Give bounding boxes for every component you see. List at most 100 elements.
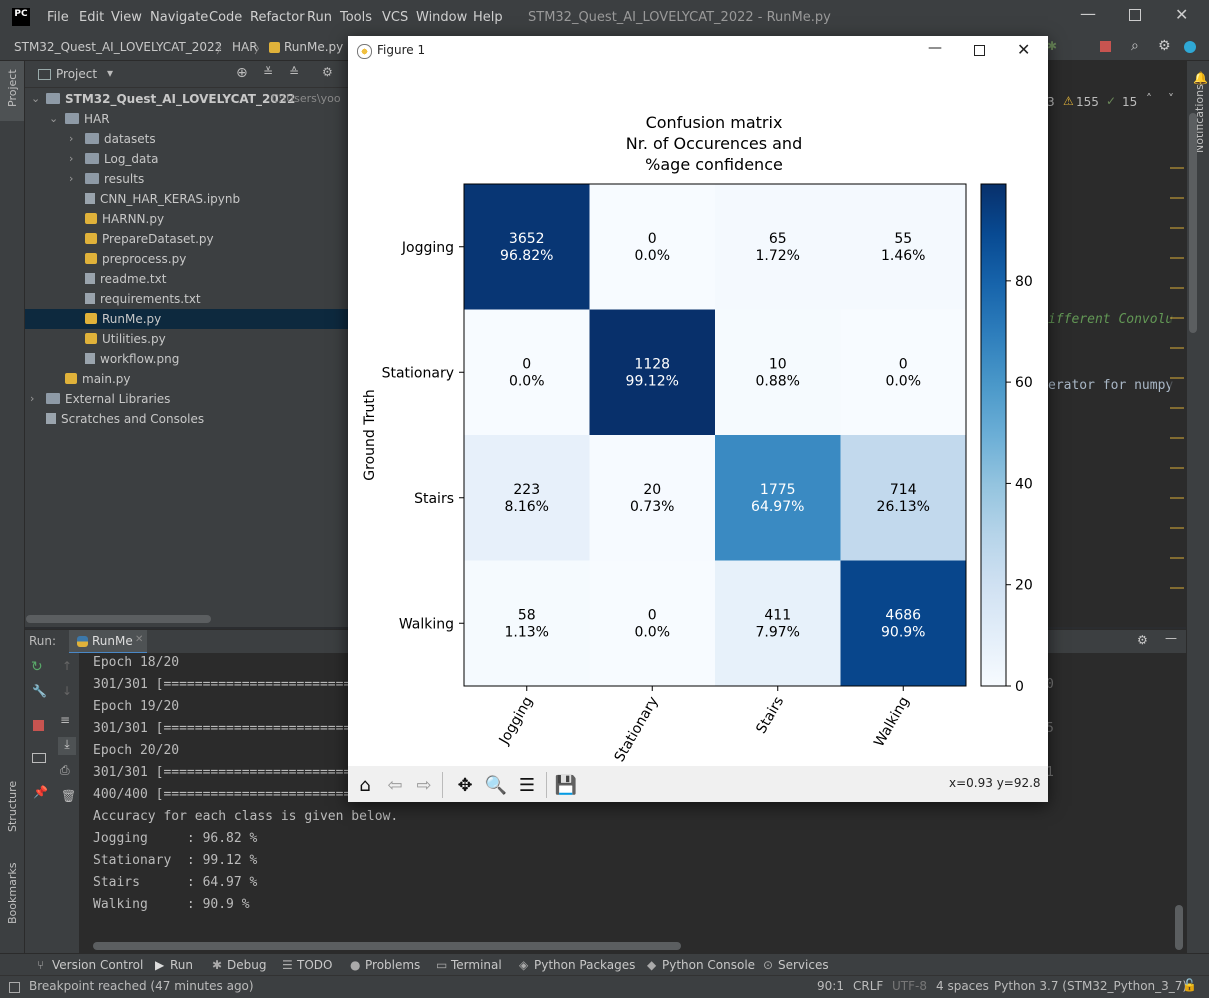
figure-maximize-icon[interactable] [974,45,985,56]
tool-window-python-packages[interactable]: Python Packages [534,958,635,972]
lock-icon[interactable]: 🔓 [1182,978,1197,992]
chevron-right-icon[interactable]: › [69,149,73,169]
menu-tools[interactable]: Tools [340,10,372,25]
status-message[interactable]: Breakpoint reached (47 minutes ago) [29,979,254,993]
tree-item[interactable]: readme.txt [25,269,350,289]
tool-window-run[interactable]: Run [170,958,193,972]
save-figure-icon[interactable]: 💾 [552,772,580,798]
tool-window-version-control[interactable]: Version Control [52,958,143,972]
breadcrumb-project[interactable]: STM32_Quest_AI_LOVELYCAT_2022 [14,40,222,54]
pin-icon[interactable]: 📌 [33,785,48,799]
maximize-icon[interactable] [1129,9,1141,21]
caret-position[interactable]: 90:1 [817,979,844,993]
menu-navigate[interactable]: Navigate [150,10,208,25]
search-icon[interactable]: ⌕ [1131,38,1139,54]
chevron-right-icon[interactable]: › [30,389,34,409]
bookmarks-side-label[interactable]: Bookmarks [6,863,19,924]
notifications-bell-icon[interactable]: 🔔 [1193,71,1208,85]
tool-window-terminal[interactable]: Terminal [451,958,502,972]
console-vertical-scrollbar[interactable] [1175,905,1183,950]
home-icon[interactable]: ⌂ [351,772,379,798]
tree-item[interactable]: Scratches and Consoles [25,409,350,429]
run-tab[interactable]: RunMe ✕ [69,630,147,654]
menu-file[interactable]: File [47,10,69,25]
editor-scrollbar[interactable] [1189,113,1197,333]
soft-wrap-icon[interactable]: ≡ [60,713,70,727]
menu-refactor[interactable]: Refactor [250,10,305,25]
chevron-right-icon[interactable]: › [69,129,73,149]
tree-item[interactable]: › External Libraries [25,389,350,409]
zoom-magnifier-icon[interactable]: 🔍 [482,772,510,798]
locate-icon[interactable]: ⊕ [236,65,248,81]
tool-window-todo[interactable]: TODO [297,958,332,972]
chevron-down-icon[interactable]: ▾ [107,66,113,80]
tree-item[interactable]: › Log_data [25,149,350,169]
minimize-icon[interactable]: — [1080,4,1096,23]
pan-move-icon[interactable]: ✥ [451,772,479,798]
stop-run-icon[interactable] [33,720,44,731]
project-panel-title[interactable]: Project [56,67,97,81]
tree-root[interactable]: ⌄ STM32_Quest_AI_LOVELYCAT_2022 C:\Users… [25,89,350,109]
file-encoding[interactable]: UTF-8 [892,979,927,993]
chevron-up-icon[interactable]: ˄ [1146,92,1152,106]
structure-side-label[interactable]: Structure [6,781,19,832]
tree-item[interactable]: CNN_HAR_KERAS.ipynb [25,189,350,209]
back-arrow-icon[interactable]: ⇦ [381,772,409,798]
layout-icon[interactable] [32,753,46,763]
tool-window-problems[interactable]: Problems [365,958,420,972]
rerun-icon[interactable]: ↻ [31,659,43,675]
close-icon[interactable]: ✕ [1175,5,1188,24]
figure-canvas[interactable]: Confusion matrix Nr. of Occurences and %ag… [348,66,1048,802]
menu-vcs[interactable]: VCS [382,10,408,25]
typo-count[interactable]: 15 [1122,95,1137,109]
warning-count[interactable]: 155 [1076,95,1099,109]
collapse-all-icon[interactable]: ≙ [289,65,299,79]
project-side-label[interactable]: Project [6,69,19,107]
breadcrumb-file[interactable]: RunMe.py [284,40,343,54]
chevron-down-icon[interactable]: ˅ [1168,92,1174,106]
settings-gear-icon[interactable]: ⚙ [1158,38,1171,54]
expand-all-icon[interactable]: ≚ [263,65,273,79]
tree-item[interactable]: main.py [25,369,350,389]
tool-window-python-console[interactable]: Python Console [662,958,755,972]
chevron-right-icon[interactable]: › [69,169,73,189]
options-gear-icon[interactable]: ⚙ [322,65,333,79]
menu-window[interactable]: Window [416,10,467,25]
line-ending[interactable]: CRLF [853,979,883,993]
editor-area[interactable]: 3 ⚠ 155 ✓ 15 ˄ ˅ ifferent Convolu erator… [1046,61,1186,627]
scroll-to-end-icon[interactable]: ⤓ [58,737,76,755]
console-horizontal-scrollbar[interactable] [93,942,681,950]
figure-minimize-icon[interactable]: — [928,40,942,56]
chevron-down-icon[interactable]: ⌄ [31,89,40,109]
trash-icon[interactable]: 🗑 [61,789,76,803]
tree-item[interactable]: workflow.png [25,349,350,369]
tool-window-debug[interactable]: Debug [227,958,266,972]
scroll-down-icon[interactable]: ↓ [62,684,72,698]
menu-run[interactable]: Run [307,10,332,25]
tool-window-services[interactable]: Services [778,958,829,972]
menu-code[interactable]: Code [209,10,242,25]
tree-item[interactable]: requirements.txt [25,289,350,309]
tree-item[interactable]: preprocess.py [25,249,350,269]
tree-item[interactable]: Utilities.py [25,329,350,349]
print-icon[interactable]: ⎙ [60,763,70,778]
tree-item[interactable]: HARNN.py [25,209,350,229]
jetbrains-icon[interactable] [1184,41,1196,53]
close-tab-icon[interactable]: ✕ [135,634,143,645]
tree-item[interactable]: › results [25,169,350,189]
tree-item[interactable]: ⌄ HAR [25,109,350,129]
scroll-up-icon[interactable]: ↑ [62,659,72,673]
wrench-icon[interactable]: 🔧 [32,684,47,698]
hide-panel-icon[interactable]: — [1165,631,1177,645]
menu-help[interactable]: Help [473,10,503,25]
stop-icon[interactable] [1100,41,1111,52]
project-horizontal-scrollbar[interactable] [26,615,211,623]
menu-view[interactable]: View [111,10,142,25]
indent-setting[interactable]: 4 spaces [936,979,989,993]
figure-close-icon[interactable]: ✕ [1017,40,1030,59]
debug-bug-icon[interactable]: ✱ [1047,39,1057,53]
chevron-down-icon[interactable]: ⌄ [49,109,58,129]
menu-edit[interactable]: Edit [79,10,104,25]
python-interpreter[interactable]: Python 3.7 (STM32_Python_3_7) [994,979,1187,993]
tree-item[interactable]: RunMe.py [25,309,350,329]
